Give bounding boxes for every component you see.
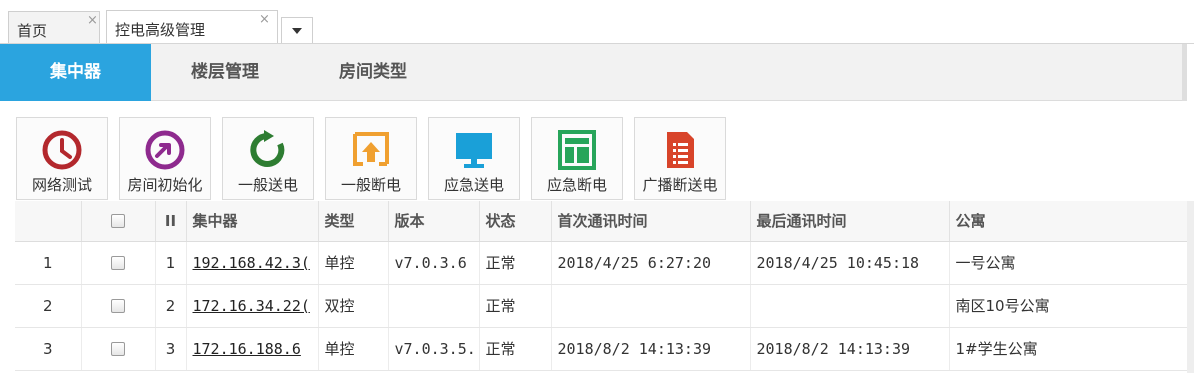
- normal-power-off-button[interactable]: 一般断电: [325, 117, 417, 200]
- table-row[interactable]: 2 2 172.16.34.22( 双控 正常 南区10号公寓: [15, 284, 1188, 328]
- clock-icon: [42, 130, 82, 170]
- header-last-comm[interactable]: 最后通讯时间: [750, 201, 950, 242]
- monitor-icon: [456, 133, 492, 168]
- table-row[interactable]: 1 1 192.168.42.3( 单控 v7.0.3.6 正常 2018/4/…: [15, 241, 1188, 285]
- sub-nav: 集中器 楼层管理 房间类型: [0, 44, 1187, 101]
- normal-power-on-label: 一般送电: [237, 176, 298, 194]
- row-checkbox[interactable]: [111, 342, 125, 356]
- header-select-all[interactable]: [81, 201, 156, 242]
- header-index: II: [155, 201, 187, 242]
- header-concentrator[interactable]: 集中器: [186, 201, 319, 242]
- cell-apartment: 南区10号公寓: [949, 284, 1188, 328]
- upload-icon: [353, 132, 389, 166]
- tab-home-label: 首页: [17, 22, 48, 40]
- table-header-row: II 集中器 类型 版本 状态 首次通讯时间 最后通讯时间 公寓: [15, 201, 1188, 242]
- cell-status: 正常: [479, 327, 552, 371]
- emergency-power-off-label: 应急断电: [546, 176, 607, 194]
- cell-first-comm: 2018/4/25 6:27:20: [551, 241, 751, 285]
- header-status[interactable]: 状态: [479, 201, 552, 242]
- row-checkbox[interactable]: [111, 256, 125, 270]
- row-index: 2: [155, 284, 187, 328]
- header-rownum: [15, 201, 82, 242]
- emergency-power-on-label: 应急送电: [443, 176, 504, 194]
- cell-status: 正常: [479, 241, 552, 285]
- select-all-checkbox[interactable]: [111, 214, 125, 229]
- network-test-label: 网络测试: [31, 176, 92, 194]
- cell-version: v7.0.3.5.: [388, 327, 480, 371]
- tab-power-control-close-icon[interactable]: ×: [259, 13, 270, 27]
- broadcast-power-button[interactable]: 广播断送电: [634, 117, 726, 200]
- subtab-concentrator[interactable]: 集中器: [0, 44, 151, 101]
- concentrator-link[interactable]: 172.16.34.22(: [193, 297, 310, 315]
- concentrator-table: II 集中器 类型 版本 状态 首次通讯时间 最后通讯时间 公寓 1 1 192…: [15, 201, 1194, 373]
- header-type[interactable]: 类型: [318, 201, 389, 242]
- arrow-circle-icon: [145, 130, 185, 170]
- layout-icon: [558, 130, 596, 170]
- tab-dropdown-button[interactable]: [281, 17, 313, 44]
- normal-power-off-label: 一般断电: [340, 176, 401, 194]
- table-row[interactable]: 3 3 172.16.188.6 单控 v7.0.3.5. 正常 2018/8/…: [15, 327, 1188, 371]
- broadcast-power-label: 广播断送电: [642, 176, 718, 194]
- cell-last-comm: [750, 284, 950, 328]
- header-apartment[interactable]: 公寓: [949, 201, 1188, 242]
- tab-strip: 首页 × 控电高级管理 ×: [0, 0, 1194, 44]
- header-first-comm[interactable]: 首次通讯时间: [551, 201, 751, 242]
- cell-last-comm: 2018/4/25 10:45:18: [750, 241, 950, 285]
- tab-power-control-label: 控电高级管理: [115, 21, 206, 39]
- cell-first-comm: 2018/8/2 14:13:39: [551, 327, 751, 371]
- cell-status: 正常: [479, 284, 552, 328]
- tab-home[interactable]: 首页 ×: [8, 11, 100, 44]
- row-number: 2: [15, 284, 82, 328]
- cell-version: v7.0.3.6: [388, 241, 480, 285]
- subtab-room-type[interactable]: 房间类型: [299, 44, 447, 101]
- chevron-down-icon: [292, 28, 302, 34]
- row-index: 1: [155, 241, 187, 285]
- emergency-power-off-button[interactable]: 应急断电: [531, 117, 623, 200]
- toolbar: 网络测试 房间初始化 一般送电 一般断电 应急送电 应急断电 广播断送电: [0, 101, 1187, 201]
- room-init-button[interactable]: 房间初始化: [119, 117, 211, 200]
- cell-last-comm: 2018/8/2 14:13:39: [750, 327, 950, 371]
- network-test-button[interactable]: 网络测试: [16, 117, 108, 200]
- subtab-floor-management[interactable]: 楼层管理: [151, 44, 299, 101]
- scrollbar-track[interactable]: [1187, 201, 1194, 373]
- header-version[interactable]: 版本: [388, 201, 480, 242]
- room-init-label: 房间初始化: [127, 176, 203, 194]
- row-number: 1: [15, 241, 82, 285]
- row-index: 3: [155, 327, 187, 371]
- tab-home-close-icon[interactable]: ×: [87, 14, 98, 28]
- cell-type: 单控: [318, 241, 389, 285]
- document-icon: [667, 132, 694, 168]
- cell-version: [388, 284, 480, 328]
- concentrator-link[interactable]: 172.16.188.6: [193, 340, 301, 358]
- row-number: 3: [15, 327, 82, 371]
- normal-power-on-button[interactable]: 一般送电: [222, 117, 314, 200]
- tab-power-control[interactable]: 控电高级管理 ×: [106, 10, 278, 44]
- refresh-icon: [250, 130, 285, 167]
- cell-type: 单控: [318, 327, 389, 371]
- row-checkbox[interactable]: [111, 299, 125, 313]
- emergency-power-on-button[interactable]: 应急送电: [428, 117, 520, 200]
- cell-first-comm: [551, 284, 751, 328]
- cell-type: 双控: [318, 284, 389, 328]
- cell-apartment: 1#学生公寓: [949, 327, 1188, 371]
- concentrator-link[interactable]: 192.168.42.3(: [193, 254, 310, 272]
- cell-apartment: 一号公寓: [949, 241, 1188, 285]
